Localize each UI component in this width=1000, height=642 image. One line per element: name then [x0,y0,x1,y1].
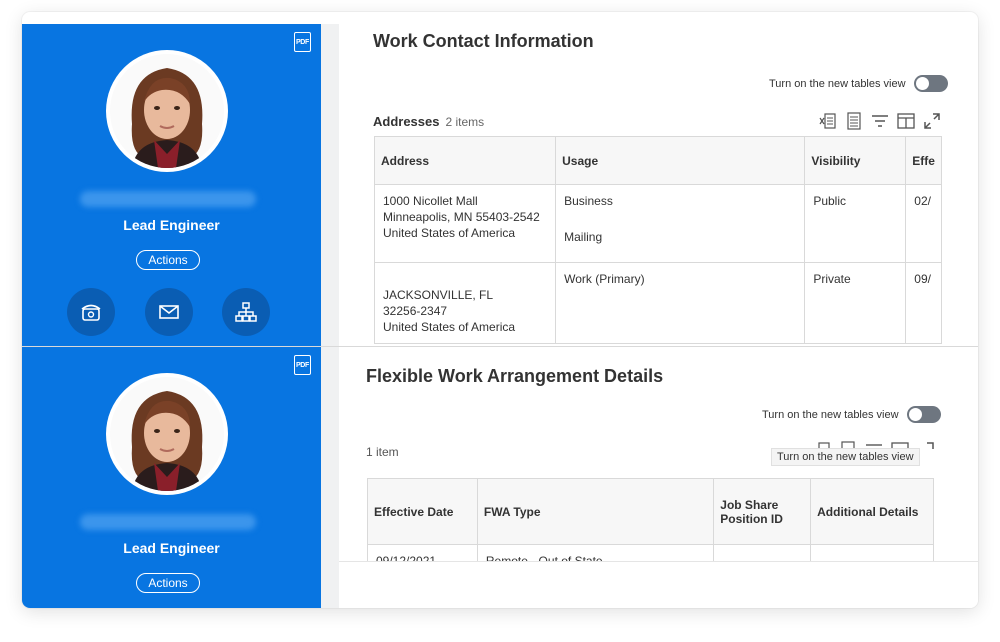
fwa-count: 1 item [366,444,399,459]
column-header[interactable]: Address [373,136,557,185]
print-icon[interactable] [845,112,863,130]
usage-value: Work (Primary) [564,272,645,286]
visibility-cell: Private [804,262,907,344]
profile-panel-contact: PDF Lead Engineer Actions Work Contact I… [22,24,978,346]
toggle-label: Turn on the new tables view [762,408,899,421]
column-header[interactable]: Effective Date [367,478,478,545]
address-line: JACKSONVILLE, FL [383,288,494,302]
toggle-label: Turn on the new tables view [769,77,906,90]
table-row: JACKSONVILLE, FL 32256-2347 United State… [373,262,942,344]
profile-panel-fwa: PDF Lead Engineer Actions Flexible Work … [22,347,978,608]
profile-sidebar: PDF Lead Engineer Actions [22,347,321,608]
item-count: 1 item [366,445,399,459]
new-tables-toggle-row: Turn on the new tables view [762,406,941,423]
employee-name-redacted [80,514,256,530]
expand-icon[interactable] [917,441,935,459]
columns-icon[interactable] [897,112,915,130]
job-title: Lead Engineer [123,540,220,556]
addresses-label: Addresses [373,114,440,129]
address-line: Minneapolis, MN 55403-2542 [383,210,540,224]
table-header-row: Address Usage Visibility Effe [373,136,942,185]
fwa-section: Flexible Work Arrangement Details Turn o… [339,347,978,608]
actions-button[interactable]: Actions [136,573,200,593]
filter-icon[interactable] [871,112,889,130]
visibility-cell: Public [804,184,907,263]
actions-button[interactable]: Actions [136,250,200,270]
app-window: PDF Lead Engineer Actions Work Contact I… [22,12,978,608]
address-line: United States of America [383,320,516,334]
table-toolbar [819,112,941,130]
address-cell: JACKSONVILLE, FL 32256-2347 United State… [373,262,557,344]
panel-footer [339,561,978,608]
phone-button[interactable] [67,288,115,336]
job-title: Lead Engineer [123,217,220,233]
new-tables-toggle[interactable] [906,406,941,423]
gutter [321,24,339,346]
pdf-export-icon[interactable]: PDF [294,32,311,52]
section-title: Flexible Work Arrangement Details [366,366,664,386]
avatar [106,50,228,172]
gutter [321,347,339,608]
column-header[interactable]: Effe [905,136,942,185]
column-header[interactable]: Job Share Position ID [713,478,812,545]
work-contact-section: Work Contact Information Turn on the new… [339,24,978,346]
column-header[interactable]: Additional Details [810,478,934,545]
org-chart-button[interactable] [222,288,270,336]
avatar [106,373,228,495]
usage-cell: Work (Primary) [555,262,806,344]
employee-name-redacted [80,191,256,207]
email-button[interactable] [145,288,193,336]
column-header[interactable]: FWA Type [476,478,715,545]
new-tables-toggle[interactable] [913,75,948,92]
section-title: Work Contact Information [373,31,594,51]
mail-icon [159,305,179,319]
effective-cell: 02/ [905,184,942,263]
usage-value: Mailing [564,230,603,244]
addresses-count: 2 items [445,115,485,129]
org-chart-icon [235,302,257,322]
effective-cell: 09/ [905,262,942,344]
export-excel-icon[interactable] [819,112,837,130]
address-cell: 1000 Nicollet Mall Minneapolis, MN 55403… [373,184,557,263]
addresses-header: Addresses 2 items [373,114,484,129]
tooltip: Turn on the new tables view [771,448,920,466]
expand-icon[interactable] [923,112,941,130]
pdf-export-icon[interactable]: PDF [294,355,311,375]
address-line-redacted [383,271,547,287]
new-tables-toggle-row: Turn on the new tables view [769,75,948,92]
address-line: 32256-2347 [383,304,448,318]
phone-icon [81,304,101,321]
usage-cell: Business Mailing [555,184,806,263]
table-header-row: Effective Date FWA Type Job Share Positi… [367,478,934,545]
addresses-table: Address Usage Visibility Effe 1000 Nicol… [373,136,942,344]
table-row: 1000 Nicollet Mall Minneapolis, MN 55403… [373,184,942,263]
address-line: United States of America [383,226,516,240]
profile-sidebar: PDF Lead Engineer Actions [22,24,321,346]
usage-value: Business [564,194,613,208]
column-header[interactable]: Usage [555,136,806,185]
address-line: 1000 Nicollet Mall [383,194,478,208]
column-header[interactable]: Visibility [804,136,907,185]
